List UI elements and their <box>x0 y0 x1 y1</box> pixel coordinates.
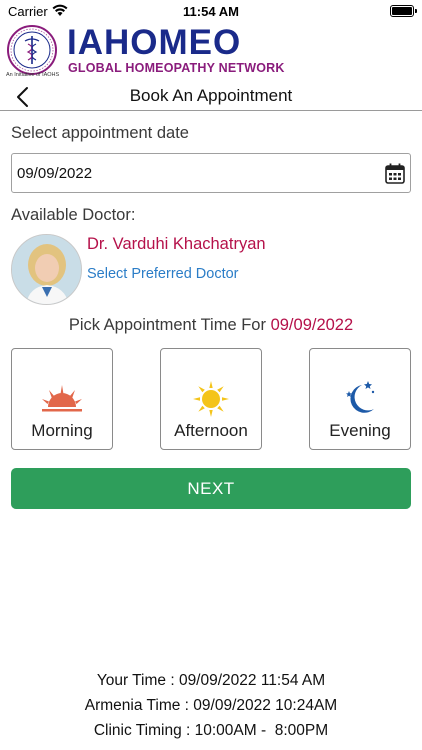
evening-label: Evening <box>329 421 391 440</box>
page-title: Book An Appointment <box>129 86 293 105</box>
sun-icon <box>193 381 229 417</box>
select-preferred-doctor-link[interactable]: Select Preferred Doctor <box>87 266 239 282</box>
moon-stars-icon <box>346 381 375 413</box>
afternoon-label: Afternoon <box>174 421 248 440</box>
battery-icon <box>390 5 417 17</box>
date-field[interactable]: 09/09/2022 <box>11 153 411 193</box>
clock: 11:54 AM <box>183 4 239 19</box>
armenia-time-text: Armenia Time : 09/09/2022 10:24AM <box>84 697 338 714</box>
seal-caption: An Initiative of IAOHS <box>6 72 60 78</box>
doctor-label: Available Doctor: <box>11 206 136 224</box>
pick-time-prompt: Pick Appointment Time For <box>68 316 266 334</box>
iahomeo-seal-logo <box>7 25 57 75</box>
sunrise-icon <box>42 385 82 412</box>
morning-slot-button[interactable]: Morning <box>11 348 113 450</box>
morning-label: Morning <box>31 421 93 440</box>
date-label: Select appointment date <box>11 124 189 142</box>
brand-title: IAHOMEO <box>67 23 242 62</box>
evening-slot-button[interactable]: Evening <box>309 348 411 450</box>
doctor-name: Dr. Varduhi Khachatryan <box>87 235 266 253</box>
afternoon-slot-button[interactable]: Afternoon <box>160 348 262 450</box>
brand-subtitle: GLOBAL HOMEOPATHY NETWORK <box>68 61 285 75</box>
pick-time-date: 09/09/2022 <box>270 316 354 334</box>
doctor-photo <box>12 235 81 304</box>
date-value: 09/09/2022 <box>17 165 93 182</box>
brand-header: An Initiative of IAOHS IAHOMEO GLOBAL HO… <box>0 22 422 82</box>
clinic-timing-text: Clinic Timing : 10:00AM - 8:00PM <box>93 722 329 739</box>
your-time-text: Your Time : 09/09/2022 11:54 AM <box>96 672 326 689</box>
status-bar: Carrier 11:54 AM <box>0 0 422 22</box>
next-button[interactable]: NEXT <box>11 468 411 509</box>
nav-bar: Book An Appointment <box>0 82 422 111</box>
pick-time-heading: Pick Appointment Time For 09/09/2022 <box>0 316 422 335</box>
doctor-avatar <box>11 234 82 305</box>
calendar-icon[interactable] <box>385 163 405 184</box>
